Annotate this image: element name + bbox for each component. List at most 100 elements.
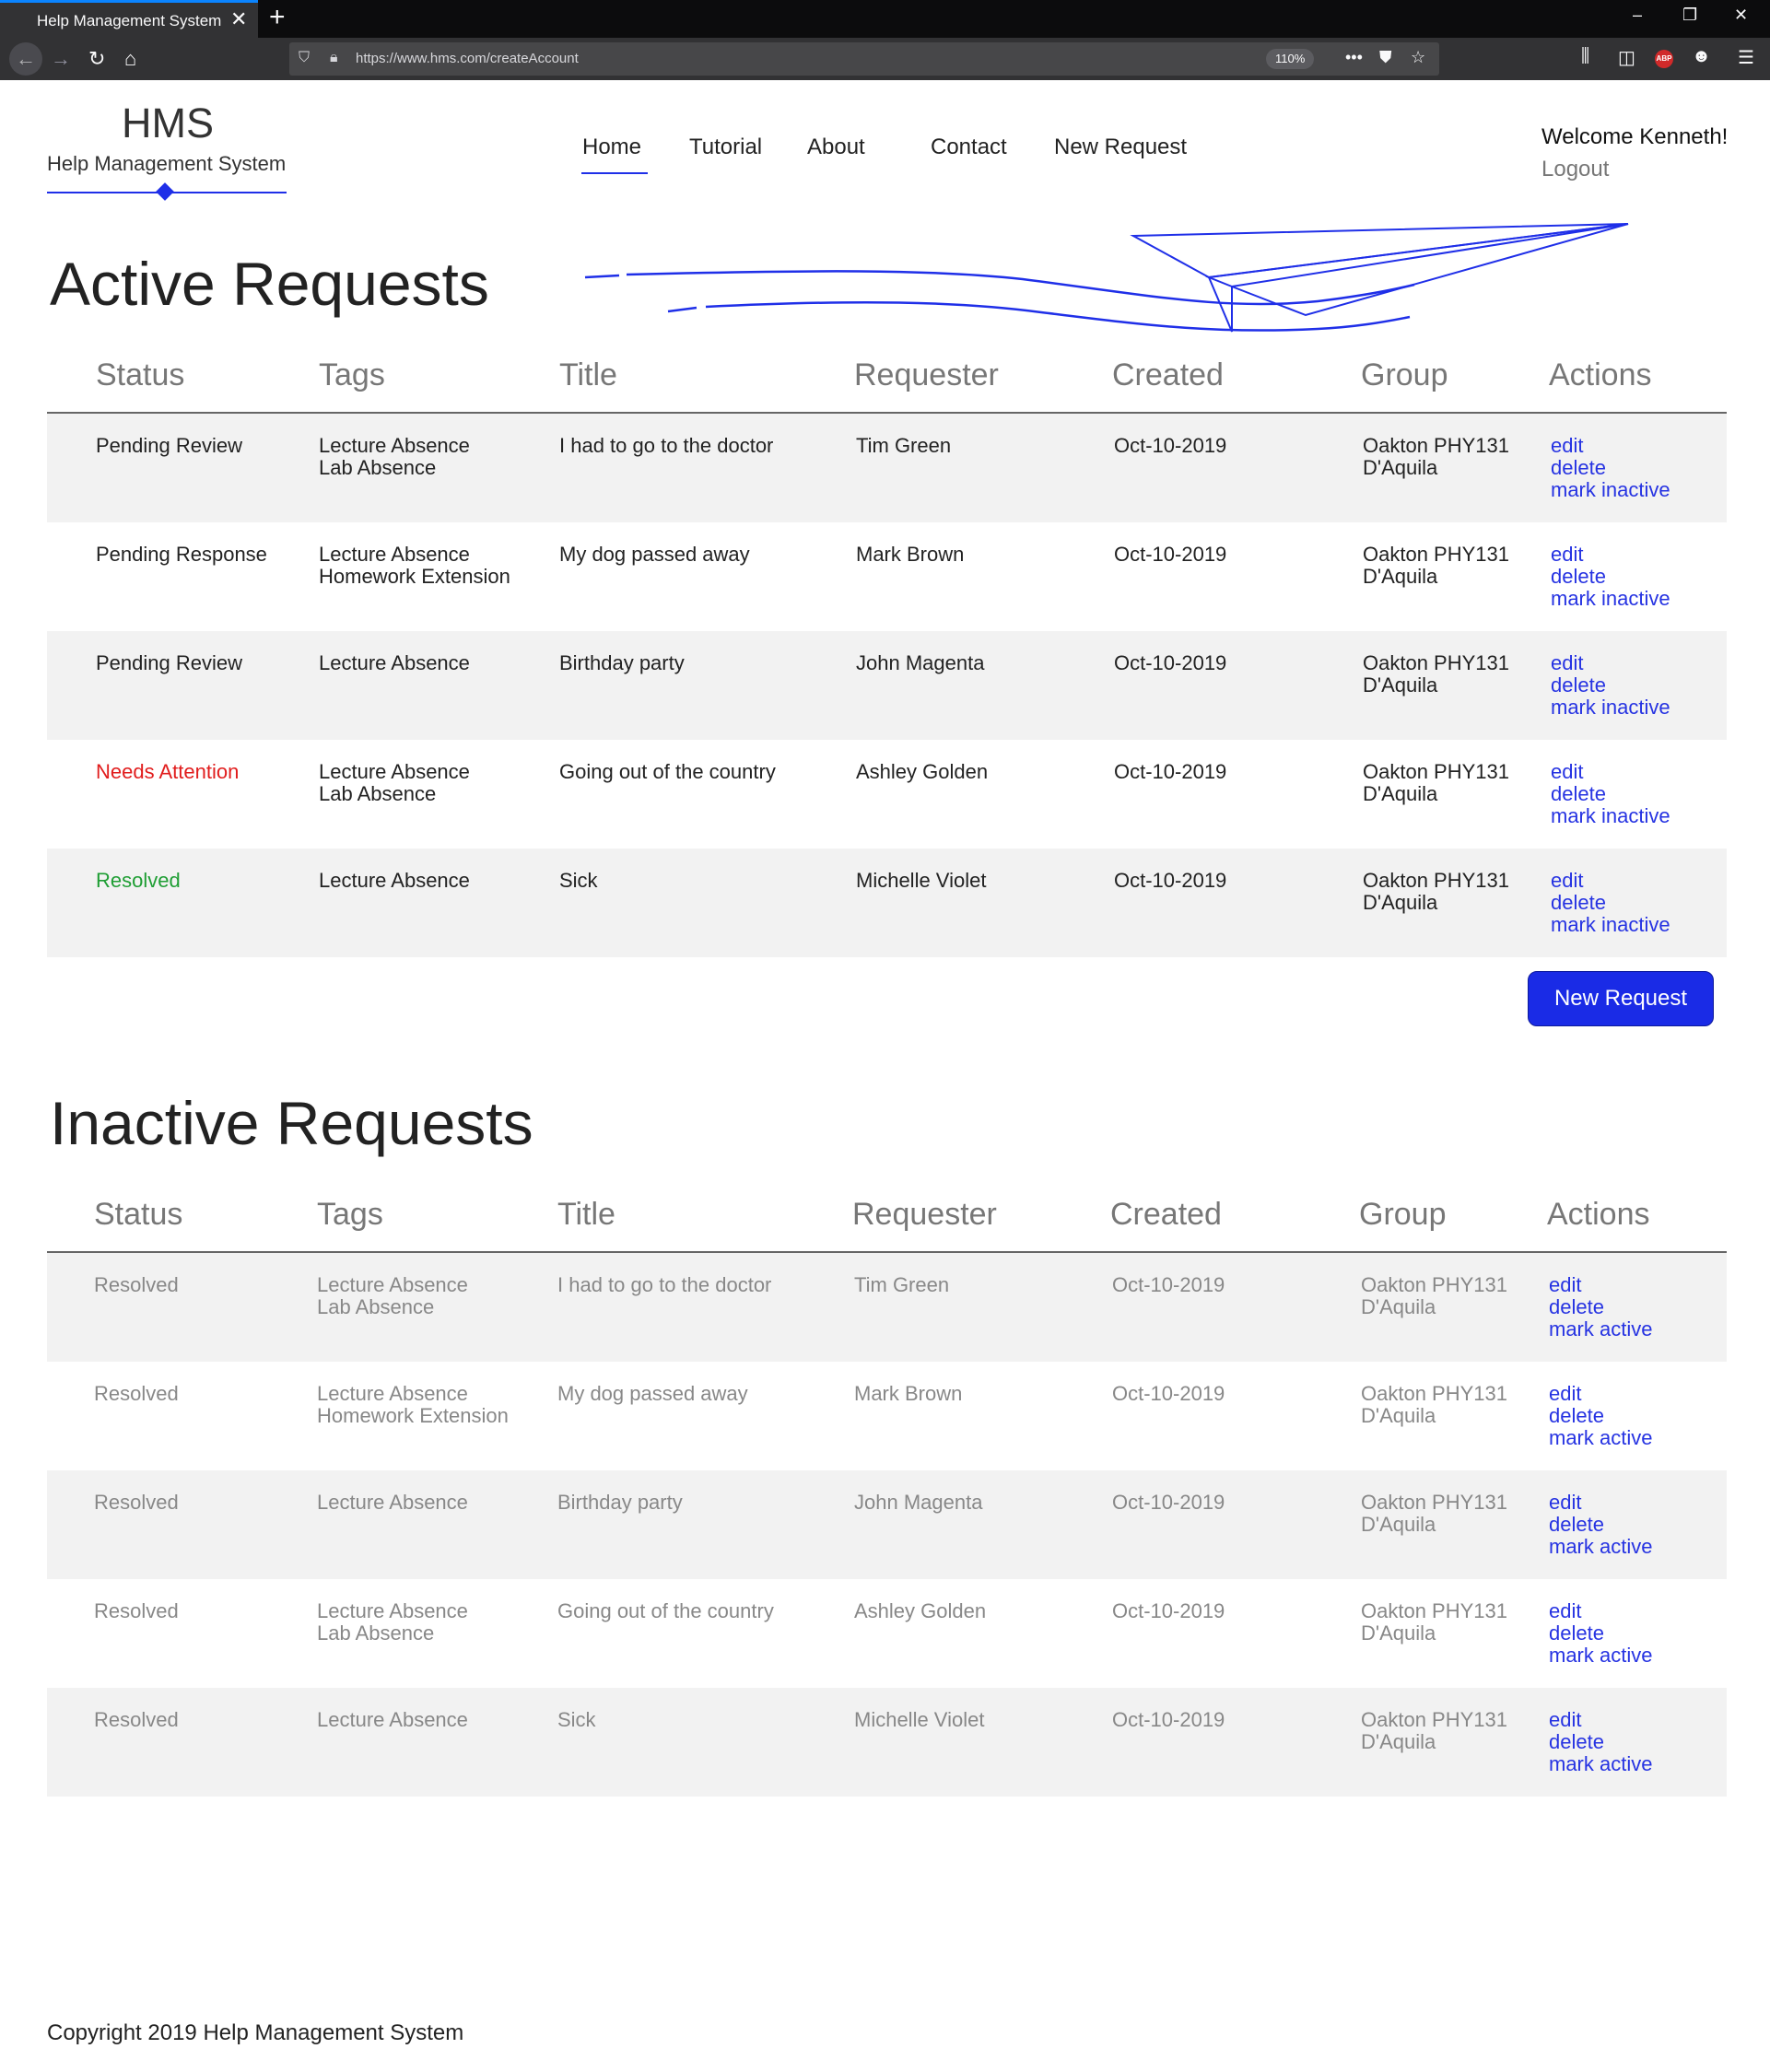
nav-home[interactable]: Home [582, 135, 641, 160]
row-group: Oakton PHY131 D'Aquila [1363, 761, 1509, 805]
delete-link[interactable]: delete [1549, 1405, 1652, 1427]
row-status: Resolved [94, 1599, 179, 1622]
browser-tab[interactable]: Help Management System ✕ [0, 0, 258, 38]
menu-icon[interactable]: ☰ [1738, 46, 1754, 69]
new-request-button[interactable]: New Request [1528, 971, 1714, 1026]
edit-link[interactable]: edit [1551, 435, 1670, 457]
table-row[interactable]: Resolved Lecture Absence Sick Michelle V… [47, 1688, 1727, 1797]
edit-link[interactable]: edit [1549, 1600, 1652, 1622]
mark-inactive-link[interactable]: mark inactive [1551, 914, 1670, 936]
delete-link[interactable]: delete [1551, 566, 1670, 588]
edit-link[interactable]: edit [1551, 870, 1670, 892]
tag: Lecture Absence [319, 651, 470, 674]
mark-active-link[interactable]: mark active [1549, 1318, 1652, 1340]
mark-inactive-link[interactable]: mark inactive [1551, 588, 1670, 610]
col-group[interactable]: Group [1361, 357, 1448, 393]
table-row[interactable]: Pending Response Lecture Absence Homework… [47, 522, 1727, 631]
bookmark-star-icon[interactable]: ☆ [1411, 48, 1425, 67]
url-text[interactable]: https://www.hms.com/createAccount [356, 51, 579, 66]
mark-active-link[interactable]: mark active [1549, 1427, 1652, 1449]
table-row[interactable]: Resolved Lecture Absence Sick Michelle V… [47, 849, 1727, 957]
col-status[interactable]: Status [94, 1197, 182, 1233]
mark-active-link[interactable]: mark active [1549, 1753, 1652, 1775]
table-row[interactable]: Resolved Lecture Absence Birthday party … [47, 1470, 1727, 1579]
tag: Lecture Absence [319, 543, 470, 566]
col-requester[interactable]: Requester [854, 357, 999, 393]
col-tags[interactable]: Tags [317, 1197, 383, 1233]
site-logo-title[interactable]: HMS [122, 100, 214, 147]
site-logo-subtitle: Help Management System [47, 152, 287, 175]
home-icon[interactable]: ⌂ [124, 46, 136, 72]
col-created[interactable]: Created [1110, 1197, 1222, 1233]
edit-link[interactable]: edit [1551, 652, 1670, 674]
back-arrow-icon[interactable]: ← [9, 42, 42, 76]
delete-link[interactable]: delete [1551, 674, 1670, 697]
col-requester[interactable]: Requester [852, 1197, 997, 1233]
edit-link[interactable]: edit [1549, 1274, 1652, 1296]
mark-inactive-link[interactable]: mark inactive [1551, 697, 1670, 719]
delete-link[interactable]: delete [1551, 783, 1670, 805]
row-actions: edit delete mark active [1549, 1274, 1652, 1340]
row-requester: John Magenta [856, 651, 985, 674]
mark-inactive-link[interactable]: mark inactive [1551, 479, 1670, 501]
restore-window-icon[interactable]: ❐ [1682, 6, 1697, 25]
reload-icon[interactable]: ↻ [88, 46, 105, 72]
nav-about[interactable]: About [807, 135, 865, 160]
row-created: Oct-10-2019 [1112, 1382, 1225, 1405]
col-title[interactable]: Title [557, 1197, 615, 1233]
row-requester: Ashley Golden [856, 760, 989, 783]
table-row[interactable]: Pending Review Lecture Absence Birthday … [47, 631, 1727, 740]
nav-tutorial[interactable]: Tutorial [689, 135, 762, 160]
nav-contact[interactable]: Contact [931, 135, 1007, 160]
shield-icon[interactable]: ⛉ [299, 50, 310, 66]
delete-link[interactable]: delete [1549, 1731, 1652, 1753]
row-status: Resolved [94, 1708, 179, 1731]
pocket-icon[interactable]: ⛊ [1379, 48, 1392, 67]
nav-new-request[interactable]: New Request [1054, 135, 1187, 160]
table-row[interactable]: Needs Attention Lecture Absence Lab Absen… [47, 740, 1727, 849]
new-tab-button[interactable]: + [269, 2, 286, 33]
edit-link[interactable]: edit [1551, 544, 1670, 566]
mark-inactive-link[interactable]: mark inactive [1551, 805, 1670, 827]
edit-link[interactable]: edit [1549, 1383, 1652, 1405]
library-icon[interactable]: ⫼ [1581, 46, 1589, 67]
minimize-window-icon[interactable]: – [1633, 6, 1642, 25]
col-title[interactable]: Title [559, 357, 617, 393]
table-row[interactable]: Pending Review Lecture Absence Lab Absenc… [47, 414, 1727, 522]
delete-link[interactable]: delete [1549, 1514, 1652, 1536]
close-window-icon[interactable]: ✕ [1734, 6, 1748, 25]
edit-link[interactable]: edit [1549, 1492, 1652, 1514]
more-actions-icon[interactable]: ••• [1345, 48, 1363, 67]
col-status[interactable]: Status [96, 357, 184, 393]
forward-arrow-icon[interactable]: → [51, 46, 71, 72]
col-group[interactable]: Group [1359, 1197, 1447, 1233]
logout-link[interactable]: Logout [1541, 157, 1609, 182]
mark-active-link[interactable]: mark active [1549, 1645, 1652, 1667]
group-course: Oakton PHY131 [1363, 869, 1509, 892]
zoom-level-badge[interactable]: 110% [1266, 49, 1315, 69]
table-row[interactable]: Resolved Lecture Absence Homework Extensi… [47, 1362, 1727, 1470]
mark-active-link[interactable]: mark active [1549, 1536, 1652, 1558]
row-created: Oct-10-2019 [1114, 760, 1227, 783]
group-course: Oakton PHY131 [1361, 1382, 1507, 1405]
url-bar[interactable]: ⛉ 🔒︎ https://www.hms.com/createAccount 1… [289, 42, 1439, 76]
account-icon[interactable]: ☻ [1692, 46, 1711, 67]
tab-close-icon[interactable]: ✕ [230, 7, 247, 31]
delete-link[interactable]: delete [1549, 1622, 1652, 1645]
edit-link[interactable]: edit [1551, 761, 1670, 783]
delete-link[interactable]: delete [1549, 1296, 1652, 1318]
adblock-icon[interactable]: ABP [1655, 50, 1673, 68]
group-instructor: D'Aquila [1361, 1513, 1436, 1536]
delete-link[interactable]: delete [1551, 457, 1670, 479]
edit-link[interactable]: edit [1549, 1709, 1652, 1731]
row-title: Sick [557, 1708, 596, 1731]
sidebar-icon[interactable]: ◫ [1618, 46, 1635, 69]
table-row[interactable]: Resolved Lecture Absence Lab Absence I ha… [47, 1253, 1727, 1362]
table-row[interactable]: Resolved Lecture Absence Lab Absence Goin… [47, 1579, 1727, 1688]
group-course: Oakton PHY131 [1363, 651, 1509, 674]
delete-link[interactable]: delete [1551, 892, 1670, 914]
lock-icon[interactable]: 🔒︎ [330, 50, 338, 66]
col-tags[interactable]: Tags [319, 357, 385, 393]
col-created[interactable]: Created [1112, 357, 1224, 393]
inactive-requests-table: Status Tags Title Requester Created Grou… [47, 1169, 1727, 1797]
